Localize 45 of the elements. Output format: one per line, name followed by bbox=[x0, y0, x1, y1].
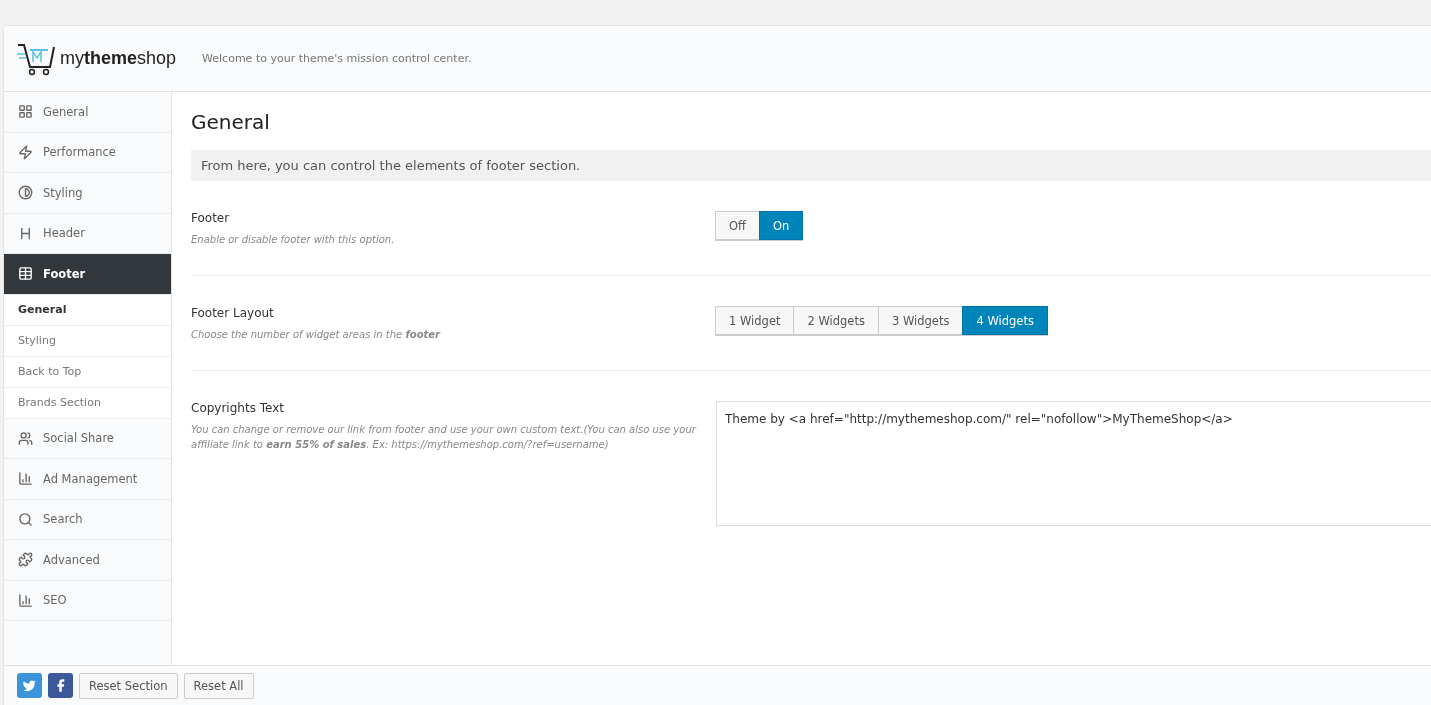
sidebar-item[interactable]: Advanced bbox=[4, 540, 171, 581]
logo-text: mythemeshop bbox=[60, 48, 177, 69]
tagline: Welcome to your theme's mission control center. bbox=[202, 52, 472, 65]
option-description: Enable or disable footer with this option. bbox=[191, 233, 396, 247]
bar-chart-icon bbox=[18, 592, 33, 608]
contrast-icon bbox=[18, 185, 33, 201]
sidebar-item[interactable]: SEO bbox=[4, 580, 171, 621]
toggle-option[interactable]: On bbox=[759, 211, 804, 240]
layout-option[interactable]: 3 Widgets bbox=[877, 306, 964, 335]
sidebar-item[interactable]: Social Share bbox=[4, 418, 171, 459]
table-icon bbox=[18, 266, 33, 282]
sidebar-item[interactable]: Performance bbox=[4, 132, 171, 173]
sidebar-subitem[interactable]: Brands Section bbox=[4, 387, 171, 419]
bar-chart-icon bbox=[18, 471, 33, 487]
section-intro: From here, you can control the elements of footer section. bbox=[191, 150, 1431, 181]
search-icon bbox=[18, 511, 33, 527]
sidebar-item[interactable]: Footer bbox=[4, 254, 171, 295]
option-description: Choose the number of widget areas in the footer bbox=[191, 328, 442, 342]
reset-button[interactable]: Reset All bbox=[183, 672, 254, 699]
sidebar-subitem[interactable]: Back to Top bbox=[4, 356, 171, 388]
facebook-icon[interactable] bbox=[48, 673, 73, 698]
heading-icon bbox=[18, 225, 33, 241]
sidebar-subitem[interactable]: Styling bbox=[4, 325, 171, 357]
page-title: General bbox=[191, 110, 271, 134]
puzzle-icon bbox=[18, 552, 33, 568]
people-icon bbox=[18, 430, 33, 446]
layout-option[interactable]: 1 Widget bbox=[715, 306, 795, 335]
sidebar-item[interactable]: Search bbox=[4, 499, 171, 540]
layout-option[interactable]: 4 Widgets bbox=[962, 306, 1048, 335]
sidebar-subitem[interactable]: General bbox=[4, 294, 171, 326]
option-label: Footer Layout bbox=[191, 306, 275, 320]
option-label: Copyrights Text bbox=[191, 401, 285, 415]
sidebar-item[interactable]: Ad Management bbox=[4, 459, 171, 500]
cart-logo-icon bbox=[16, 41, 56, 76]
grid-icon bbox=[18, 104, 33, 120]
sidebar-item[interactable]: General bbox=[4, 92, 171, 133]
reset-button[interactable]: Reset Section bbox=[79, 672, 178, 699]
toggle-option[interactable]: Off bbox=[715, 211, 760, 240]
option-description: You can change or remove our link from footer and use your own custom text.(You can also use your affiliate link to earn 55% of sales. Ex: https://mythemeshop.com/?ref=username) bbox=[191, 423, 696, 452]
option-label: Footer bbox=[191, 211, 231, 225]
sidebar-item[interactable]: Styling bbox=[4, 173, 171, 214]
lightning-icon bbox=[18, 144, 33, 160]
layout-option[interactable]: 2 Widgets bbox=[793, 306, 879, 335]
copyright-textarea[interactable]: Theme by <a href="http://mythemeshop.com/" rel="nofollow">MyThemeShop</a> bbox=[716, 401, 1431, 526]
twitter-icon[interactable] bbox=[17, 673, 42, 698]
